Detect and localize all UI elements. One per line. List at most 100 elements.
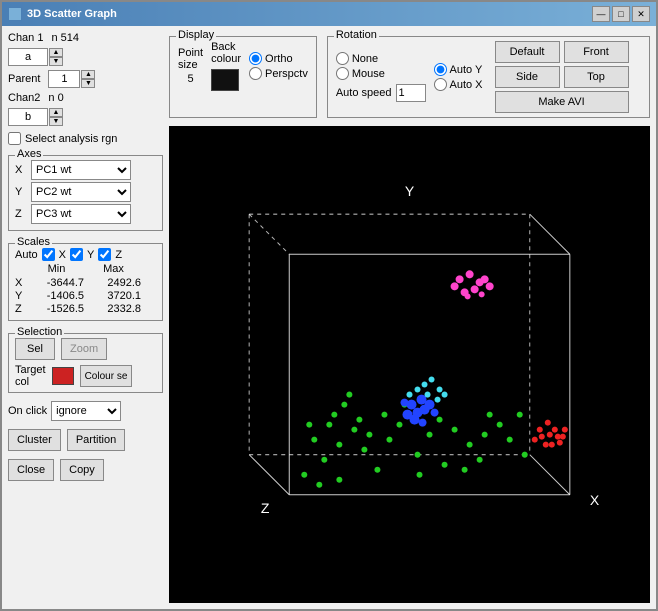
auto-speed-input[interactable] (396, 84, 426, 102)
top-controls: Display Pointsize 5 Backcolour (169, 32, 650, 122)
target-colour-swatch[interactable] (52, 367, 74, 385)
axis-z-label: Z (15, 208, 27, 220)
scales-group: Scales Auto X Y Z Min Max X -3644.7 (8, 243, 163, 321)
none-radio-row: None (336, 52, 426, 65)
title-bar: 3D Scatter Graph — □ ✕ (2, 2, 656, 26)
cluster-button[interactable]: Cluster (8, 429, 61, 451)
colour-sel-button[interactable]: Colour se (80, 365, 133, 387)
ortho-radio[interactable] (249, 52, 262, 65)
close-copy-row: Close Copy (8, 459, 163, 481)
axis-y-label: Y (15, 186, 27, 198)
axis-y-row: Y PC1 wt PC2 wt PC3 wt (15, 182, 156, 202)
select-analysis-checkbox[interactable] (8, 132, 21, 145)
back-colour-swatch[interactable] (211, 69, 239, 91)
on-click-row: On click ignore select zoom (8, 401, 163, 421)
axis-x-select[interactable]: PC1 wt PC2 wt PC3 wt (31, 160, 131, 180)
axes-group-title: Axes (15, 148, 43, 160)
x-min-val: -3644.7 (29, 277, 84, 289)
main-window: 3D Scatter Graph — □ ✕ Chan 1 n 514 ▲ ▼ (0, 0, 658, 611)
make-avi-button[interactable]: Make AVI (495, 91, 629, 113)
parent-spin-down[interactable]: ▼ (81, 79, 95, 88)
left-panel: Chan 1 n 514 ▲ ▼ Parent ▲ (8, 32, 163, 603)
auto-x-checkbox[interactable] (42, 248, 55, 261)
ortho-persp-col: Ortho Perspctv (249, 52, 308, 80)
chan1-spin-up[interactable]: ▲ (49, 48, 63, 57)
content-area: Chan 1 n 514 ▲ ▼ Parent ▲ (2, 26, 656, 609)
side-button[interactable]: Side (495, 66, 560, 88)
close-button[interactable]: Close (8, 459, 54, 481)
y-min-val: -1406.5 (29, 290, 84, 302)
auto-speed-row: Auto speed (336, 84, 426, 102)
chan1-input-row: ▲ ▼ (8, 48, 163, 66)
scatter-plot[interactable]: Y X Z (169, 126, 650, 603)
y-max-val: 3720.1 (86, 290, 141, 302)
select-analysis-label: Select analysis rgn (25, 133, 117, 145)
chan2-spin-up[interactable]: ▲ (49, 108, 63, 117)
maximize-button[interactable]: □ (612, 6, 630, 22)
default-button[interactable]: Default (495, 41, 560, 63)
z-scales-row: Z -1526.5 2332.8 (15, 303, 156, 315)
auto-z-checkbox[interactable] (98, 248, 111, 261)
window-icon (8, 7, 22, 21)
title-buttons: — □ ✕ (592, 6, 650, 22)
z-scale-label: Z (15, 303, 27, 315)
target-col-row: Target col Colour se (15, 364, 156, 388)
svg-text:Z: Z (261, 500, 270, 516)
sel-button[interactable]: Sel (15, 338, 55, 360)
rotation-group-title: Rotation (334, 29, 379, 41)
rotation-row: None Mouse Auto speed (336, 41, 641, 113)
axis-y-select[interactable]: PC1 wt PC2 wt PC3 wt (31, 182, 131, 202)
y-scale-label: Y (15, 290, 27, 302)
chan1-input[interactable] (8, 48, 48, 66)
x-max-val: 2492.6 (86, 277, 141, 289)
ortho-radio-row: Ortho (249, 52, 308, 65)
on-click-select[interactable]: ignore select zoom (51, 401, 121, 421)
parent-label: Parent (8, 73, 40, 85)
rotation-col-left: None Mouse Auto speed (336, 52, 426, 102)
point-size-label: Pointsize (178, 47, 203, 71)
on-click-label: On click (8, 405, 47, 417)
back-colour-col: Backcolour (211, 41, 241, 91)
mouse-radio[interactable] (336, 67, 349, 80)
display-group-title: Display (176, 29, 216, 41)
persp-radio[interactable] (249, 67, 262, 80)
auto-x-label: X (59, 249, 66, 261)
auto-x-radio[interactable] (434, 78, 447, 91)
axis-z-select[interactable]: PC1 wt PC2 wt PC3 wt (31, 204, 131, 224)
chan2-spin: ▲ ▼ (8, 108, 63, 126)
top-button[interactable]: Top (564, 66, 629, 88)
scales-auto-row: Auto X Y Z (15, 248, 156, 261)
scatter-svg: Y X Z (169, 126, 650, 603)
svg-text:Y: Y (405, 183, 415, 199)
target-col-label: Target col (15, 364, 46, 388)
chan2-input[interactable] (8, 108, 48, 126)
parent-spin-up[interactable]: ▲ (81, 70, 95, 79)
x-scales-row: X -3644.7 2492.6 (15, 277, 156, 289)
none-radio[interactable] (336, 52, 349, 65)
chan1-spin-down[interactable]: ▼ (49, 57, 63, 66)
window-title: 3D Scatter Graph (27, 8, 117, 20)
ortho-label: Ortho (265, 53, 293, 65)
minimize-button[interactable]: — (592, 6, 610, 22)
auto-y-radio-row: Auto Y (434, 63, 483, 76)
parent-input[interactable] (48, 70, 80, 88)
auto-z-label: Z (115, 249, 122, 261)
zoom-button[interactable]: Zoom (61, 338, 107, 360)
auto-y-checkbox[interactable] (70, 248, 83, 261)
front-button[interactable]: Front (564, 41, 629, 63)
auto-y-radio[interactable] (434, 63, 447, 76)
display-inner: Pointsize 5 Backcolour Ortho (178, 41, 308, 91)
chan1-row: Chan 1 n 514 (8, 32, 163, 44)
sel-zoom-row: Sel Zoom (15, 338, 156, 360)
parent-spin: ▲ ▼ (48, 70, 95, 88)
parent-spin-buttons: ▲ ▼ (81, 70, 95, 88)
partition-button[interactable]: Partition (67, 429, 125, 451)
auto-y-label: Auto Y (450, 64, 483, 76)
point-size-col: Pointsize 5 (178, 47, 203, 85)
auto-y-label: Y (87, 249, 94, 261)
close-window-button[interactable]: ✕ (632, 6, 650, 22)
chan1-n: n 514 (51, 32, 79, 44)
chan2-spin-down[interactable]: ▼ (49, 117, 63, 126)
copy-button[interactable]: Copy (60, 459, 104, 481)
selection-group-title: Selection (15, 326, 64, 338)
